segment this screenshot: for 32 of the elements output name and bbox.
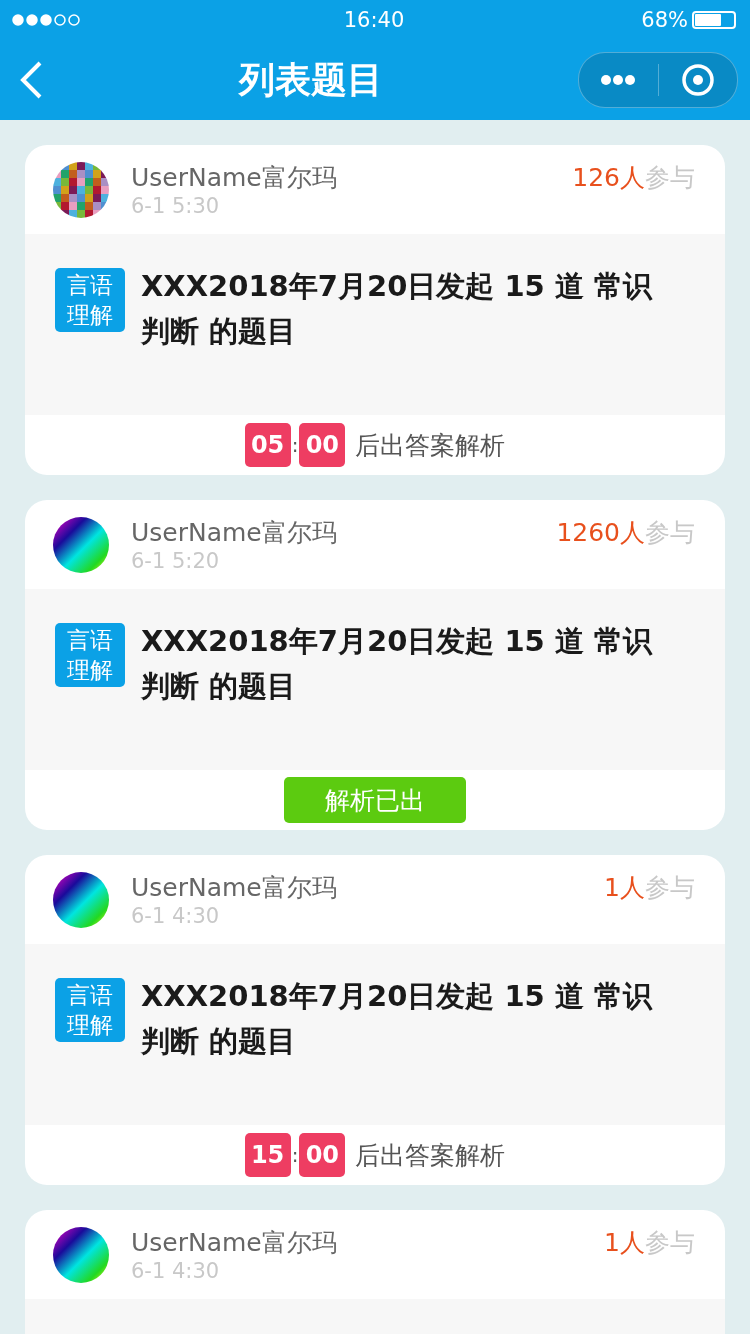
countdown-minutes: 05 [244, 423, 291, 467]
participant-count: 1人 [604, 872, 645, 904]
countdown-separator: : [291, 1143, 299, 1167]
avatar-gradient-icon [53, 1226, 109, 1283]
avatar-gradient-icon [53, 871, 109, 928]
countdown-seconds: 00 [299, 1133, 346, 1177]
user-name: UserName富尔玛 [131, 162, 338, 194]
user-name: UserName富尔玛 [131, 1227, 338, 1259]
question-title: XXX2018年7月20日发起 15 道 常识判断 的题目 [141, 268, 654, 350]
signal-icon [12, 14, 82, 26]
battery-percent: 68% [641, 8, 688, 32]
category-tag: 言语理解 [55, 623, 125, 687]
participant-count: 1人 [604, 1227, 645, 1259]
countdown-separator: : [291, 433, 299, 457]
user-name: UserName富尔玛 [131, 517, 338, 549]
question-title: XXX2018年7月20日发起 15 道 常识判断 的题目 [141, 978, 654, 1060]
status-time: 16:40 [343, 8, 405, 32]
user-name: UserName富尔玛 [131, 872, 338, 904]
back-icon[interactable] [18, 60, 44, 100]
countdown-text: 后出答案解析 [355, 429, 506, 462]
avatar-mosaic-icon [53, 161, 109, 218]
participant-count: 126人 [572, 162, 645, 194]
countdown-minutes: 15 [244, 1133, 291, 1177]
avatar-gradient-icon [53, 516, 109, 573]
question-title: XXX2018年7月20日发起 15 道 常识判断 的题目 [141, 623, 654, 705]
battery-icon [692, 11, 736, 29]
page-title: 列表题目 [239, 57, 383, 102]
countdown-seconds: 00 [299, 423, 346, 467]
participant-count: 1260人 [556, 517, 645, 549]
category-tag: 言语理解 [55, 978, 125, 1042]
countdown-text: 后出答案解析 [355, 1139, 506, 1172]
category-tag: 言语理解 [55, 268, 125, 332]
